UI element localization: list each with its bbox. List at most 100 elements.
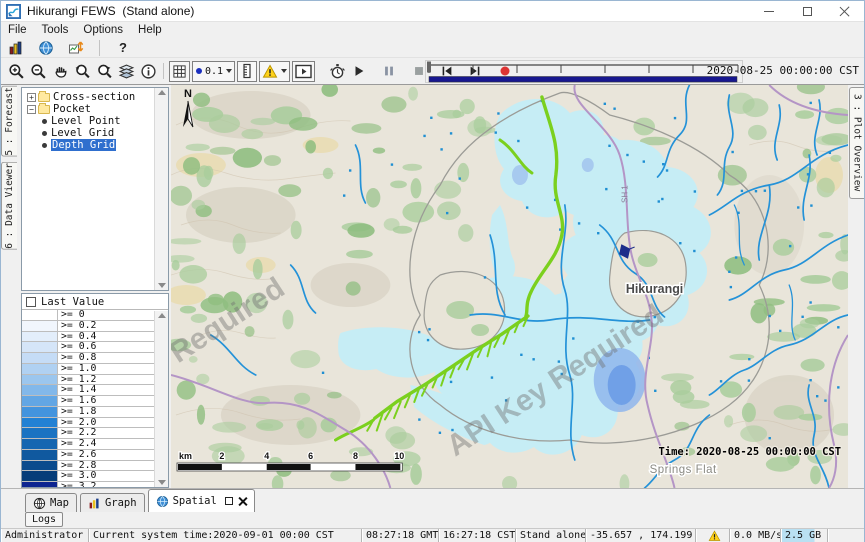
legend-color-swatch [22,428,58,438]
warning-icon [262,64,278,79]
left-panel-tab[interactable]: 6 : Data Viewer [1,162,17,250]
legend-label: >= 1.2 [58,375,154,385]
layers-icon[interactable] [115,62,137,81]
play-icon[interactable] [348,62,370,81]
legend-color-swatch [22,385,58,395]
collapse-icon[interactable]: − [27,105,36,114]
maximize-button[interactable] [788,1,826,21]
warning-icon [708,530,721,542]
tab-label: Spatial [173,495,217,507]
legend-color-swatch [22,450,58,460]
node-bullet-icon [42,131,47,136]
legend-color-swatch [22,321,58,331]
zoom-out-icon[interactable] [27,62,49,81]
last-value-checkbox[interactable] [26,297,36,307]
map-time-label: Time: 2020-08-25 00:00:00 CST [659,446,842,458]
menu-item[interactable]: Tools [42,24,69,36]
tree-scrollbar[interactable] [154,88,168,290]
north-label: N [184,88,192,100]
svg-text:10: 10 [394,451,404,461]
title-bar: Hikurangi FEWS (Stand alone) [1,1,864,22]
left-panel: + Cross-section − PocketLevel PointLevel Gr… [19,85,171,488]
legend-label: >= 0 [58,310,154,320]
legend-row: >= 1.8 [22,407,154,418]
chevron-down-icon [226,69,232,73]
svg-text:2: 2 [219,451,224,461]
pan-hand-icon[interactable] [49,62,71,81]
legend-color-swatch [22,461,58,471]
legend-color-swatch [22,482,58,487]
close-icon [840,6,850,16]
legend-color-swatch [22,364,58,374]
menu-item[interactable]: Help [138,24,162,36]
spatial-display-icon[interactable] [65,38,87,57]
tree-item-depth-grid[interactable]: Depth Grid [25,139,168,151]
tree-item-pocket[interactable]: − Pocket [25,103,168,115]
grid-display-button[interactable] [169,61,190,82]
plot-overview-tab[interactable]: 3 : Plot Overview [849,87,864,199]
scroll-down-icon[interactable] [158,480,166,485]
fews-logo-icon [6,4,21,19]
tab-maximize-icon[interactable] [225,497,233,505]
globe-icon[interactable] [35,38,57,57]
help-icon[interactable]: ? [112,38,134,57]
thresholds-warning-dropdown[interactable] [259,61,290,82]
tree-item-label: Cross-section [53,91,135,103]
scroll-up-icon[interactable] [158,313,166,318]
legend-row: >= 2.6 [22,450,154,461]
menu-item[interactable]: Options [83,24,123,36]
tree-item-cross-section[interactable]: + Cross-section [25,91,168,103]
timer-icon[interactable] [326,62,348,81]
tab-map[interactable]: Map [25,493,77,512]
minimize-button[interactable] [750,1,788,21]
road-label: SH 1 [621,185,630,203]
legend-label: >= 0.6 [58,342,154,352]
menu-item[interactable]: File [8,24,27,36]
tree-item-label: Pocket [53,103,91,115]
status-coordinates: -35.657 , 174.199 [586,529,696,542]
scroll-up-icon[interactable] [158,90,166,95]
database-chart-icon[interactable] [5,38,27,57]
tab-spatial[interactable]: Spatial [148,489,255,512]
expand-icon[interactable]: + [27,93,36,102]
zoom-in-icon[interactable] [5,62,27,81]
pause-icon[interactable] [378,62,400,81]
svg-text:8: 8 [353,451,358,461]
close-button[interactable] [826,1,864,21]
chevron-down-icon [281,69,287,73]
legend-label: >= 2.0 [58,418,154,428]
tree-item-level-point[interactable]: Level Point [25,115,168,127]
tree-item-label: Depth Grid [51,139,116,151]
scale-unit: km [179,451,192,461]
zoom-previous-icon[interactable] [71,62,93,81]
legend-label: >= 2.2 [58,428,154,438]
time-slider[interactable] [425,59,745,84]
time-slider-handle[interactable] [427,62,431,73]
legend-scrollbar[interactable] [154,311,168,487]
grid-icon [172,64,187,79]
tab-close-icon[interactable] [238,497,247,506]
tree-item-level-grid[interactable]: Level Grid [25,127,168,139]
legend-color-swatch [22,342,58,352]
zoom-next-icon[interactable] [93,62,115,81]
blue-globe-icon [156,495,169,508]
logs-tab[interactable]: Logs [25,512,63,527]
animation-button[interactable] [292,61,315,82]
node-bullet-icon [42,119,47,124]
menu-bar: File Tools Options Help [1,22,864,38]
scroll-down-icon[interactable] [158,283,166,288]
legend-label: >= 3.0 [58,471,154,481]
tab-graph[interactable]: Graph [80,493,145,512]
legend-table: >= 0 >= 0.2 >= 0.4 [22,310,154,487]
map-canvas[interactable]: API Key Required API Key Required SH 1 H… [171,85,848,488]
info-icon[interactable] [137,62,159,81]
legend-label: >= 2.8 [58,461,154,471]
bar-chart-icon [88,497,101,510]
filters-tree: + Cross-section − PocketLevel PointLevel Gr… [21,87,169,291]
legend-panel: Last Value >= 0 >= 0.2 [21,293,169,488]
left-panel-tab[interactable]: 5 : Forecast [1,86,17,157]
time-slider-ticks [429,65,738,73]
vertical-scale-button[interactable] [237,61,257,82]
status-memory: 2.5 GB [781,529,828,542]
class-threshold-dropdown[interactable]: 0.1 [192,61,235,82]
